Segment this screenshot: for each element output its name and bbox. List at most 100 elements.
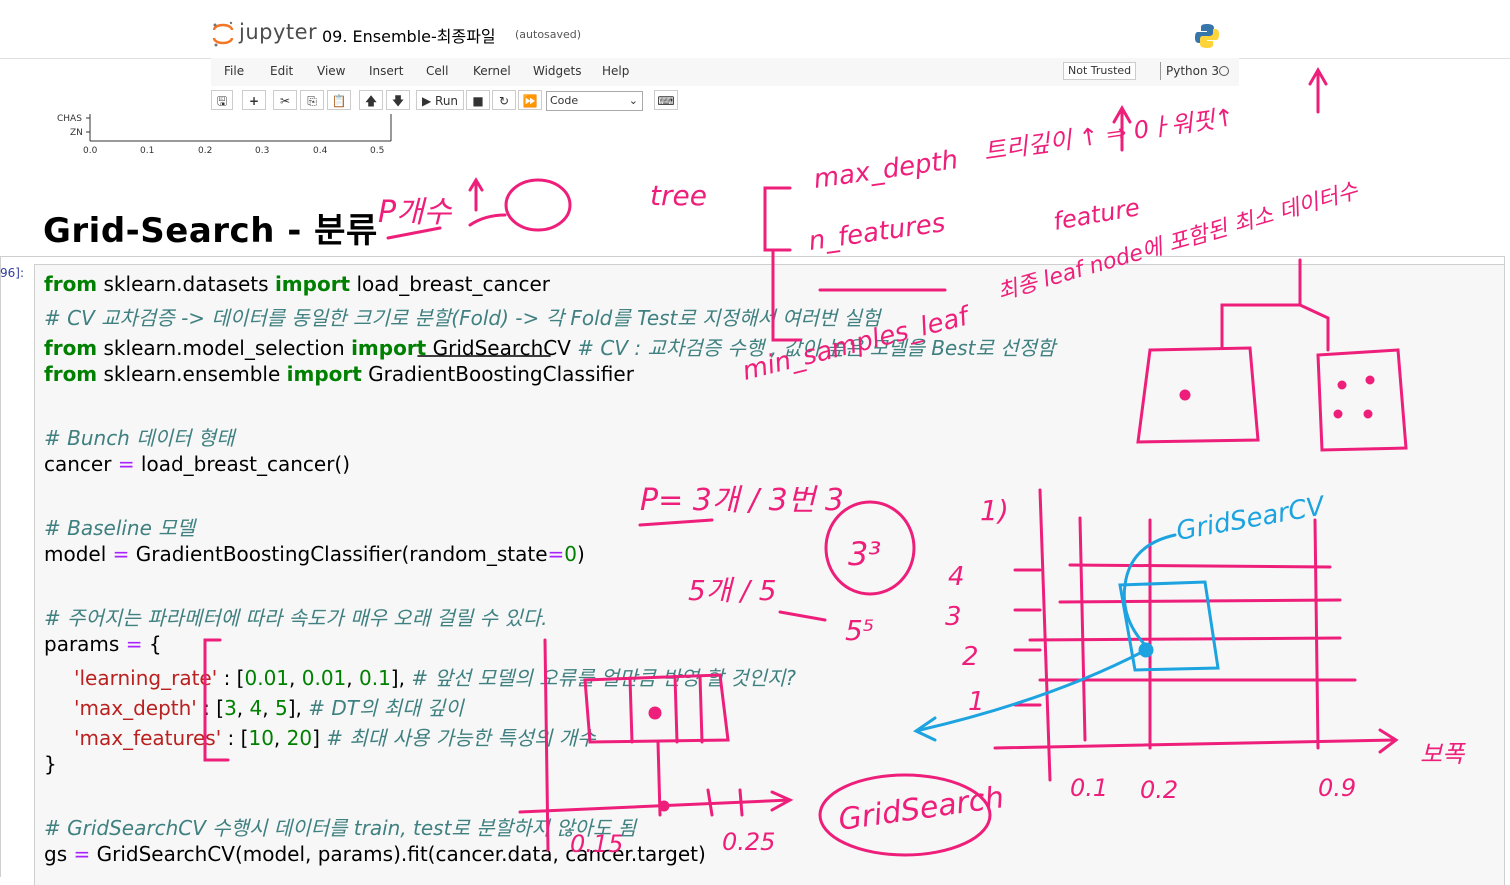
notebook-header: jupyter 09. Ensemble-최종파일 (autosaved) [0, 0, 1510, 59]
number: 0.01 [301, 666, 347, 690]
kernel-name[interactable]: Python 3 [1166, 64, 1219, 78]
menu-insert[interactable]: Insert [369, 64, 403, 78]
variable: gs [44, 842, 74, 866]
kernel-separator [1160, 62, 1161, 80]
code-line: } [44, 752, 57, 776]
stop-icon[interactable]: ■ [466, 90, 490, 110]
cell-prompt: 96]: [0, 266, 24, 280]
ink-stroke [386, 226, 442, 240]
jupyter-logo-text[interactable]: jupyter [239, 20, 317, 44]
cell-type-select[interactable]: Code ⌄ [546, 91, 643, 111]
plot-x-tick: 0.0 [83, 146, 98, 156]
code-comment: # Baseline 모델 [44, 516, 196, 540]
code-line: from sklearn.datasets import load_breast… [44, 272, 550, 296]
code-comment: # 최대 사용 가능한 특성의 개수 [326, 726, 596, 750]
punct: ], [390, 666, 412, 690]
plot-x-tick: 0.3 [255, 146, 270, 156]
save-icon[interactable]: 🖫 [211, 90, 233, 110]
keyword: import [274, 272, 351, 296]
keyboard-icon[interactable]: ⌨ [654, 90, 678, 110]
module-name: sklearn.ensemble [97, 362, 287, 386]
copy-icon[interactable]: ⎘ [300, 90, 324, 110]
expression: { [142, 632, 162, 656]
trust-indicator[interactable]: Not Trusted [1063, 62, 1137, 80]
move-up-icon[interactable]: 🡅 [359, 90, 383, 110]
cell-type-value: Code [550, 94, 579, 107]
plot-x-tick: 0.4 [313, 146, 328, 156]
code-line: 'max_depth' : [3, 4, 5], # DT의 최대 깊이 [74, 692, 464, 721]
notebook-name[interactable]: 09. Ensemble-최종파일 [322, 23, 496, 47]
menu-cell[interactable]: Cell [426, 64, 448, 78]
punct: , [262, 696, 275, 720]
fast-forward-icon[interactable]: ⏩ [518, 90, 542, 110]
ink-bracket [763, 186, 792, 252]
menu-help[interactable]: Help [602, 64, 629, 78]
menu-widgets[interactable]: Widgets [533, 64, 582, 78]
keyword: import [351, 336, 427, 360]
operator: = [117, 452, 135, 476]
code-line: 'max_features' : [10, 20] # 최대 사용 가능한 특성… [74, 722, 596, 751]
run-label: Run [435, 94, 459, 108]
code-comment: # DT의 최대 깊이 [308, 696, 464, 720]
code-line: from sklearn.model_selection import Grid… [44, 332, 1055, 361]
menu-view[interactable]: View [317, 64, 345, 78]
restart-icon[interactable]: ↻ [492, 90, 516, 110]
chevron-down-icon: ⌄ [628, 94, 638, 107]
code-comment: # CV 교차검증 -> 데이터를 동일한 크기로 분할(Fold) -> 각 … [44, 306, 881, 330]
menu-edit[interactable]: Edit [270, 64, 293, 78]
output-plot-fragment: CHAS ZN 0.0 0.1 0.2 0.3 0.4 0.5 [50, 114, 400, 164]
plot-x-tick: 0.2 [198, 146, 213, 156]
ink-stroke [468, 213, 507, 227]
note-p-count: P개수 [378, 195, 453, 230]
operator: = [547, 542, 565, 566]
expression: ) [577, 542, 585, 566]
number: 4 [249, 696, 263, 720]
run-button[interactable]: ▶ Run [416, 90, 464, 110]
operator: = [125, 632, 143, 656]
ink-arrow [468, 177, 484, 212]
operator: = [112, 542, 130, 566]
punct: : [ [221, 726, 249, 750]
code-comment: # GridSearchCV 수행시 데이터를 train, test로 분할하… [44, 816, 637, 840]
insert-cell-icon[interactable]: + [242, 90, 266, 110]
note-features: feature [1051, 193, 1142, 236]
plot-x-tick: 0.5 [370, 146, 385, 156]
jupyter-logo-icon[interactable] [211, 20, 235, 48]
menubar: File Edit View Insert Cell Kernel Widget… [211, 58, 1239, 87]
note-tree: tree [650, 179, 707, 212]
keyword: from [44, 336, 98, 360]
keyword: import [286, 362, 362, 386]
menu-file[interactable]: File [224, 64, 244, 78]
move-down-icon[interactable]: 🡇 [386, 90, 410, 110]
number: 10 [248, 726, 274, 750]
string: 'max_features' [74, 726, 222, 750]
number: 20 [286, 726, 313, 750]
cut-icon[interactable]: ✂ [273, 90, 297, 110]
punct: , [273, 726, 287, 750]
python-logo-icon [1195, 24, 1219, 48]
code-line: model = GradientBoostingClassifier(rando… [44, 542, 585, 566]
paste-icon[interactable]: 📋 [327, 90, 351, 110]
menu-kernel[interactable]: Kernel [473, 64, 511, 78]
note-max-depth: max_depth [812, 145, 960, 195]
variable: model [44, 542, 113, 566]
punct: , [346, 666, 359, 690]
code-comment: # Bunch 데이터 형태 [44, 426, 235, 450]
punct: ] [312, 726, 327, 750]
ink-circle [504, 178, 572, 232]
keyword: from [44, 272, 98, 296]
string: 'learning_rate' [74, 666, 218, 690]
expression: load_breast_cancer() [134, 452, 351, 476]
expression: GradientBoostingClassifier(random_state [129, 542, 548, 566]
punct: : [ [196, 696, 225, 720]
code-comment: # 주어지는 파라메터에 따라 속도가 매우 오래 걸릴 수 있다. [44, 606, 548, 630]
plot-axes [86, 114, 392, 142]
plot-x-tick: 0.1 [140, 146, 155, 156]
expression: GridSearchCV(model, params).fit(cancer.d… [90, 842, 706, 866]
code-line: params = { [44, 632, 162, 656]
number: 3 [224, 696, 237, 720]
module-name: sklearn.datasets [97, 272, 275, 296]
import-name: load_breast_cancer [350, 272, 550, 296]
code-line: cancer = load_breast_cancer() [44, 452, 350, 476]
autosave-status: (autosaved) [515, 28, 582, 41]
